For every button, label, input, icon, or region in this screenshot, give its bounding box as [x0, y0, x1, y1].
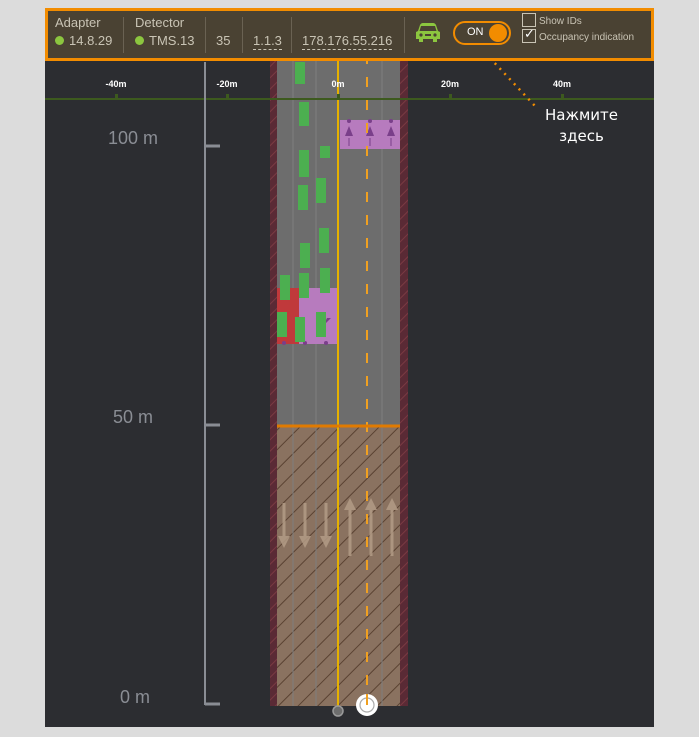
ip-address-link[interactable]: 178.176.55.216 [302, 33, 393, 50]
divider [291, 17, 292, 53]
firmware-version-link[interactable]: 1.1.3 [253, 33, 282, 50]
vehicle [320, 268, 330, 293]
checkmark-icon: ✓ [524, 26, 535, 41]
callout-line-2: здесь [559, 127, 604, 145]
vehicle [295, 317, 305, 342]
road-edge-right [400, 8, 408, 706]
divider [242, 17, 243, 53]
occupancy-indication-checkbox[interactable]: ✓ [522, 26, 536, 43]
vehicle [316, 312, 326, 337]
detector-number: 35 [216, 33, 231, 48]
x-tick-label: 20m [440, 79, 460, 89]
x-tick-label: -40m [105, 79, 127, 89]
toggle-label: ON [467, 26, 484, 38]
callout-line-1: Нажмите [545, 106, 619, 124]
x-tick-label: 0m [331, 79, 345, 89]
adapter-version: 14.8.29 [69, 33, 113, 48]
vehicle [320, 146, 330, 158]
vehicle [300, 243, 310, 268]
callout-text: Нажмите здесь [545, 105, 618, 147]
divider [404, 17, 405, 53]
vehicle [299, 102, 309, 126]
adapter-value: 14.8.29 [55, 33, 112, 48]
divider [123, 17, 124, 53]
toggle-knob [489, 24, 507, 42]
detector-status-icon [135, 36, 144, 45]
vehicle [319, 228, 329, 253]
adapter-status-icon [55, 36, 64, 45]
x-tick-label: 40m [552, 79, 572, 89]
detector-group: Detector [135, 15, 184, 30]
show-ids-row[interactable]: Show IDs [522, 13, 582, 27]
distance-label-0m: 0 m [120, 687, 151, 707]
detector-value: TMS.13 [135, 33, 195, 48]
detector-name: TMS.13 [149, 33, 195, 48]
occupancy-toggle[interactable]: ON [453, 21, 511, 45]
adapter-label: Adapter [55, 15, 101, 30]
status-header: Adapter 14.8.29 Detector TMS.13 35 1.1.3… [45, 8, 654, 61]
origin-marker [332, 705, 344, 717]
vehicle [299, 273, 309, 298]
show-ids-label: Show IDs [539, 16, 582, 27]
detector-label: Detector [135, 15, 185, 30]
show-ids-checkbox[interactable] [522, 13, 536, 27]
vehicle [298, 185, 308, 210]
vehicle [316, 178, 326, 203]
vehicle [299, 150, 309, 177]
vehicle [295, 62, 305, 84]
distance-label-50m: 50 m [113, 407, 154, 427]
distance-label-100m: 100 m [108, 128, 159, 148]
vehicle [277, 312, 287, 337]
occupancy-indication-row[interactable]: ✓ Occupancy indication [522, 26, 635, 43]
road-edge-left [270, 8, 278, 706]
vehicle [280, 275, 290, 300]
detector-view-canvas[interactable]: -40m -20m 0m 20m 40m 100 m 50 m 0 m Нажм… [45, 8, 654, 727]
adapter-group: Adapter [55, 15, 101, 30]
x-tick-label: -20m [216, 79, 238, 89]
divider [205, 17, 206, 53]
car-icon [416, 23, 440, 42]
occupancy-indication-label: Occupancy indication [539, 32, 635, 43]
